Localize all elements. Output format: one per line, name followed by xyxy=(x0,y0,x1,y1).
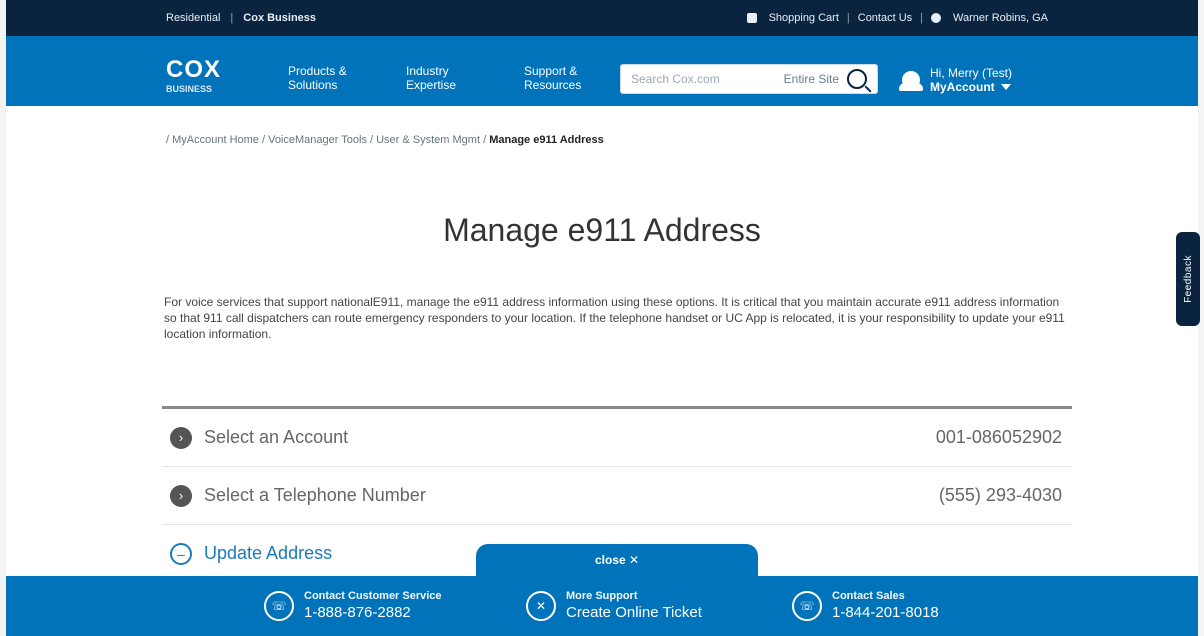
myaccount-label: MyAccount xyxy=(930,80,995,94)
logo-text: COX xyxy=(166,56,222,83)
main-header: COX BUSINESS Products & Solutions Indust… xyxy=(6,36,1198,106)
utility-right: Shopping Cart | Contact Us | Warner Robi… xyxy=(746,12,1048,24)
footer-big-label: 1-844-201-8018 xyxy=(832,604,939,621)
breadcrumb-current: Manage e911 Address xyxy=(489,134,604,146)
footer-online-ticket[interactable]: ✕ More Support Create Online Ticket xyxy=(526,590,702,621)
nav-support[interactable]: Support & Resources xyxy=(524,64,604,92)
footer-online-ticket-text: More Support Create Online Ticket xyxy=(566,590,702,621)
segment-business-link[interactable]: Cox Business xyxy=(243,12,316,24)
phone-icon: ☏ xyxy=(264,590,294,621)
search-placeholder: Search Cox.com xyxy=(631,72,720,86)
step-select-number[interactable]: › Select a Telephone Number (555) 293-40… xyxy=(162,467,1072,525)
account-menu[interactable]: Hi, Merry (Test) MyAccount xyxy=(899,66,1012,94)
support-footer: ☏ Contact Customer Service 1-888-876-288… xyxy=(6,576,1198,636)
cox-business-logo[interactable]: COX BUSINESS xyxy=(166,56,221,94)
divider: | xyxy=(230,12,234,24)
step-label: Select an Account xyxy=(204,427,349,447)
step-label: Select a Telephone Number xyxy=(204,485,426,505)
footer-small-label: Contact Customer Service xyxy=(304,590,442,602)
page-frame: Residential | Cox Business Shopping Cart… xyxy=(6,0,1198,636)
shopping-cart-icon[interactable] xyxy=(746,13,757,23)
intro-text: For voice services that support national… xyxy=(164,295,1065,341)
footer-small-label: More Support xyxy=(566,590,638,602)
utility-bar: Residential | Cox Business Shopping Cart… xyxy=(6,0,1198,36)
footer-close-tab[interactable]: close ✕ xyxy=(476,544,758,576)
footer-big-label: 1-888-876-2882 xyxy=(304,604,411,621)
account-text: Hi, Merry (Test) MyAccount xyxy=(930,66,1012,94)
user-icon xyxy=(899,71,923,91)
shopping-cart-link[interactable]: Shopping Cart xyxy=(769,12,839,24)
footer-small-label: Contact Sales xyxy=(832,590,905,602)
account-greeting: Hi, Merry (Test) xyxy=(930,66,1012,80)
footer-contact-sales-text: Contact Sales 1-844-201-8018 xyxy=(832,590,939,621)
search-scope-dropdown[interactable]: Entire Site xyxy=(784,72,839,86)
step-icon: › xyxy=(170,484,192,507)
footer-contact-sales[interactable]: ☏ Contact Sales 1-844-201-8018 xyxy=(792,590,939,621)
search-icon[interactable] xyxy=(847,69,867,89)
segment-links: Residential | Cox Business xyxy=(166,12,316,24)
feedback-label: Feedback xyxy=(1182,255,1194,303)
ticket-icon: ✕ xyxy=(526,590,556,621)
nav-industry[interactable]: Industry Expertise xyxy=(406,64,486,92)
search-input[interactable]: Search Cox.com Entire Site xyxy=(620,64,878,94)
segment-residential-link[interactable]: Residential xyxy=(166,12,220,24)
breadcrumb-trail[interactable]: / MyAccount Home / VoiceManager Tools / … xyxy=(166,134,489,146)
account-number: 001-086052902 xyxy=(935,427,1062,447)
primary-nav: Products & Solutions Industry Expertise … xyxy=(288,64,604,92)
footer-customer-service[interactable]: ☏ Contact Customer Service 1-888-876-288… xyxy=(264,590,442,621)
phone-icon: ☏ xyxy=(792,590,822,621)
breadcrumb: / MyAccount Home / VoiceManager Tools / … xyxy=(166,134,604,146)
telephone-number: (555) 293-4030 xyxy=(938,485,1062,505)
chevron-down-icon xyxy=(1000,84,1011,90)
feedback-tab[interactable]: Feedback xyxy=(1176,232,1200,326)
location-icon[interactable] xyxy=(931,13,942,23)
step-icon: › xyxy=(170,426,192,449)
nav-products[interactable]: Products & Solutions xyxy=(288,64,368,92)
divider: | xyxy=(920,12,924,24)
page-title: Manage e911 Address xyxy=(443,212,761,248)
myaccount-dropdown[interactable]: MyAccount xyxy=(930,80,1012,94)
logo-subtext: BUSINESS xyxy=(166,84,213,94)
divider: | xyxy=(846,12,850,24)
footer-big-label: Create Online Ticket xyxy=(566,604,702,621)
step-select-account[interactable]: › Select an Account 001-086052902 xyxy=(162,409,1072,467)
step-label: Update Address xyxy=(204,543,333,563)
footer-customer-service-text: Contact Customer Service 1-888-876-2882 xyxy=(304,590,442,621)
minus-icon: – xyxy=(170,542,192,565)
location-link[interactable]: Warner Robins, GA xyxy=(953,12,1048,24)
contact-us-link[interactable]: Contact Us xyxy=(858,12,912,24)
